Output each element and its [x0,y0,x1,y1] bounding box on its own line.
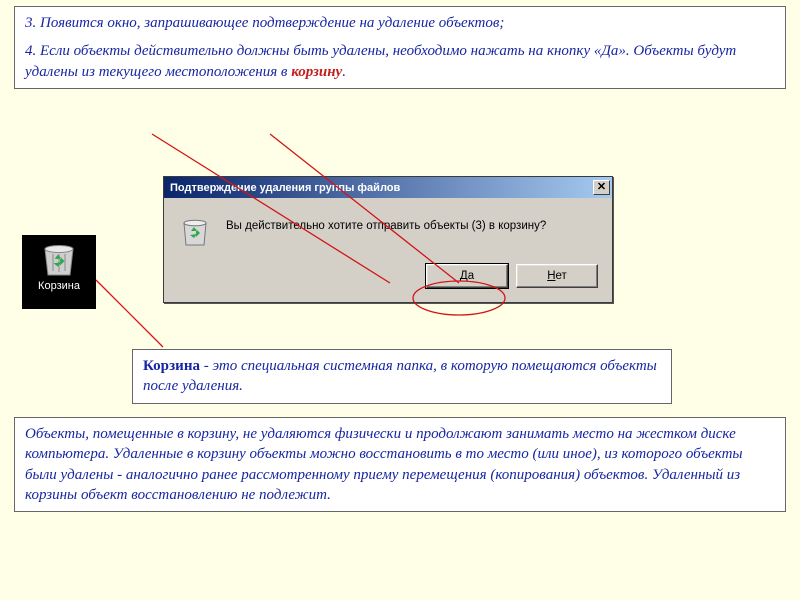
confirm-delete-dialog: Подтверждение удаления группы файлов ✕ В… [163,176,613,303]
close-button[interactable]: ✕ [593,180,610,195]
recycle-bin-label: Корзина [38,280,80,292]
step-4-keyword: корзину [291,64,342,80]
yes-rest: а [468,270,474,282]
dialog-button-row: Да Нет [164,258,612,302]
dialog-body: Вы действительно хотите отправить объект… [164,198,612,258]
dialog-titlebar[interactable]: Подтверждение удаления группы файлов ✕ [164,177,612,198]
yes-button[interactable]: Да [426,264,508,288]
no-rest: ет [556,270,567,282]
no-button[interactable]: Нет [516,264,598,288]
explanation-text: Объекты, помещенные в корзину, не удаляю… [25,424,775,505]
recycle-bin-desktop-icon[interactable]: Корзина [22,235,96,309]
recycle-bin-dialog-icon [178,214,212,248]
no-mnemonic: Н [547,270,555,282]
dialog-message: Вы действительно хотите отправить объект… [226,214,546,232]
definition-rest: - это специальная системная папка, в кот… [143,358,657,394]
step-4-part-c: . [342,64,346,80]
definition-term: Корзина [143,358,200,374]
definition-text: Корзина - это специальная системная папк… [143,356,661,397]
explanation-box: Объекты, помещенные в корзину, не удаляю… [14,417,786,512]
instruction-box-1: 3. Появится окно, запрашивающее подтверж… [14,6,786,89]
recycle-bin-icon [39,239,79,277]
dialog-title: Подтверждение удаления группы файлов [166,182,593,194]
yes-mnemonic: Д [460,270,468,282]
step-4-text: 4. Если объекты действительно должны быт… [25,41,775,82]
step-4-part-a: 4. Если объекты действительно должны быт… [25,43,736,79]
step-3-text: 3. Появится окно, запрашивающее подтверж… [25,13,775,33]
definition-box: Корзина - это специальная системная папк… [132,349,672,404]
